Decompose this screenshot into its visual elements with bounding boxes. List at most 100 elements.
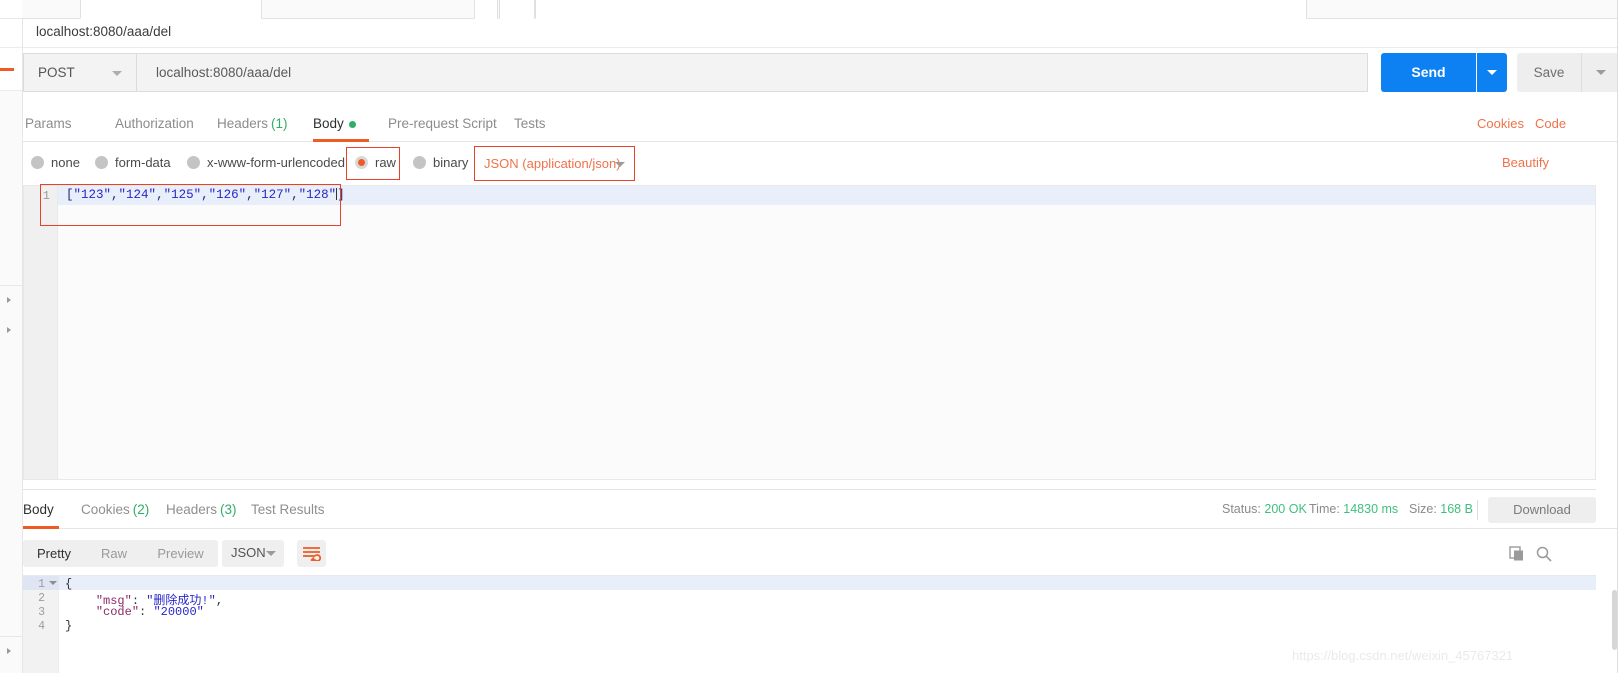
tab-tests-label: Tests (514, 116, 546, 131)
size-label: Size: (1409, 502, 1437, 516)
response-tab-body-label: Body (23, 502, 54, 517)
url-input[interactable]: localhost:8080/aaa/del (136, 53, 1368, 92)
cookies-link[interactable]: Cookies (1477, 116, 1524, 131)
line-number: 3 (23, 606, 45, 619)
body-type-row: none form-data x-www-form-urlencoded raw… (23, 146, 1618, 184)
line-number: 4 (23, 620, 45, 633)
format-preview-button[interactable]: Preview (143, 540, 218, 567)
download-button[interactable]: Download (1488, 497, 1596, 523)
collapse-chevron-icon[interactable] (7, 297, 11, 303)
word-wrap-button[interactable] (297, 540, 326, 567)
response-line-1: { (65, 577, 72, 591)
tab-pre-request-script[interactable]: Pre-request Script (388, 110, 518, 141)
tab-strip-item[interactable] (80, 0, 262, 19)
tab-body-underline (313, 139, 369, 142)
search-icon[interactable] (1535, 545, 1553, 563)
copy-icon[interactable] (1508, 545, 1526, 563)
response-tab-headers-label: Headers(3) (166, 502, 237, 517)
time-value: 14830 ms (1343, 502, 1398, 516)
response-tab-cookies[interactable]: Cookies(2) (81, 496, 161, 528)
tab-strip-item[interactable] (474, 0, 498, 19)
format-pretty-button[interactable]: Pretty (23, 540, 85, 567)
http-method-value: POST (38, 65, 75, 80)
tab-body[interactable]: Body (313, 110, 371, 141)
fold-caret-icon[interactable] (49, 581, 57, 585)
response-divider (23, 489, 1596, 490)
response-tab-test-results-label: Test Results (251, 502, 325, 517)
body-type-form-data-label: form-data (115, 155, 171, 170)
http-method-select[interactable]: POST (23, 53, 136, 92)
time-badge: Time: 14830 ms (1309, 502, 1398, 516)
rail-active-indicator (0, 68, 14, 71)
save-options-button[interactable] (1581, 53, 1618, 92)
status-value: 200 OK (1264, 502, 1306, 516)
tab-headers-label: Headers(1) (217, 116, 288, 131)
radio-icon (187, 156, 200, 169)
response-line-4: } (65, 619, 72, 633)
response-tab-body[interactable]: Body (23, 496, 61, 528)
time-label: Time: (1309, 502, 1340, 516)
send-button[interactable]: Send (1381, 53, 1476, 92)
chevron-down-icon (266, 551, 276, 556)
tab-params-label: Params (25, 116, 72, 131)
tab-authorization-label: Authorization (115, 116, 194, 131)
body-type-urlencoded-label: x-www-form-urlencoded (207, 155, 345, 170)
editor-gutter: 1 (24, 186, 58, 479)
response-language-value: JSON (231, 545, 266, 560)
response-body-editor[interactable]: 1 2 3 4 { "msg": "删除成功!", "code": "20000… (23, 575, 1596, 673)
send-options-button[interactable] (1477, 53, 1507, 92)
json-value: "20000" (153, 605, 203, 619)
tab-headers[interactable]: Headers(1) (217, 110, 302, 141)
radio-icon (413, 156, 426, 169)
line-number: 2 (23, 592, 45, 605)
code-open-bracket: [ (66, 188, 74, 202)
status-divider (1477, 500, 1478, 520)
response-tab-headers[interactable]: Headers(3) (166, 496, 246, 528)
response-tab-cookies-label: Cookies(2) (81, 502, 149, 517)
tab-pre-request-script-label: Pre-request Script (388, 116, 497, 131)
response-language-select[interactable]: JSON (222, 540, 284, 567)
save-button[interactable]: Save (1517, 53, 1581, 92)
postman-window: localhost:8080/aaa/del POST localhost:80… (0, 0, 1618, 673)
tab-body-label: Body (313, 116, 344, 131)
content-type-select[interactable]: JSON (application/json) (474, 146, 635, 181)
tab-params[interactable]: Params (25, 110, 83, 141)
scrollbar-thumb[interactable] (1612, 590, 1617, 650)
code-string-4: "126" (209, 188, 247, 202)
format-raw-button[interactable]: Raw (85, 540, 143, 567)
tab-strip-item[interactable] (535, 0, 1307, 19)
json-tail: , (216, 594, 223, 608)
code-comma: , (246, 188, 254, 202)
code-string-2: "124" (119, 188, 157, 202)
size-badge: Size: 168 B (1409, 502, 1473, 516)
chevron-down-icon (112, 71, 122, 76)
body-type-none-label: none (51, 155, 80, 170)
collapse-chevron-icon[interactable] (7, 648, 11, 654)
tab-strip-item[interactable] (499, 0, 535, 19)
radio-icon (31, 156, 44, 169)
response-format-toggle: Pretty Raw Preview (23, 540, 218, 567)
rail-top-segment (0, 0, 22, 19)
code-string-5: "127" (254, 188, 292, 202)
code-link[interactable]: Code (1535, 116, 1566, 131)
line-number: 1 (23, 578, 45, 591)
request-tab-strip (22, 0, 1618, 19)
code-comma: , (111, 188, 119, 202)
response-tab-underline (23, 526, 59, 529)
status-label: Status: (1222, 502, 1261, 516)
collapse-chevron-icon[interactable] (7, 327, 11, 333)
code-string-1: "123" (74, 188, 112, 202)
rail-divider-1 (0, 285, 22, 286)
json-key: "code" (96, 605, 139, 619)
tab-tests[interactable]: Tests (514, 110, 559, 141)
code-close-bracket: ] (337, 188, 345, 202)
beautify-link[interactable]: Beautify (1502, 155, 1549, 170)
response-tab-test-results[interactable]: Test Results (251, 496, 336, 528)
code-string-6: "128" (299, 188, 337, 202)
response-gutter: 1 2 3 4 (23, 576, 59, 673)
code-comma: , (201, 188, 209, 202)
chevron-down-icon (615, 162, 625, 167)
request-title: localhost:8080/aaa/del (36, 24, 171, 39)
request-body-editor[interactable]: 1 ["123","124","125","126","127","128"] (23, 185, 1596, 480)
tab-authorization[interactable]: Authorization (115, 110, 218, 141)
